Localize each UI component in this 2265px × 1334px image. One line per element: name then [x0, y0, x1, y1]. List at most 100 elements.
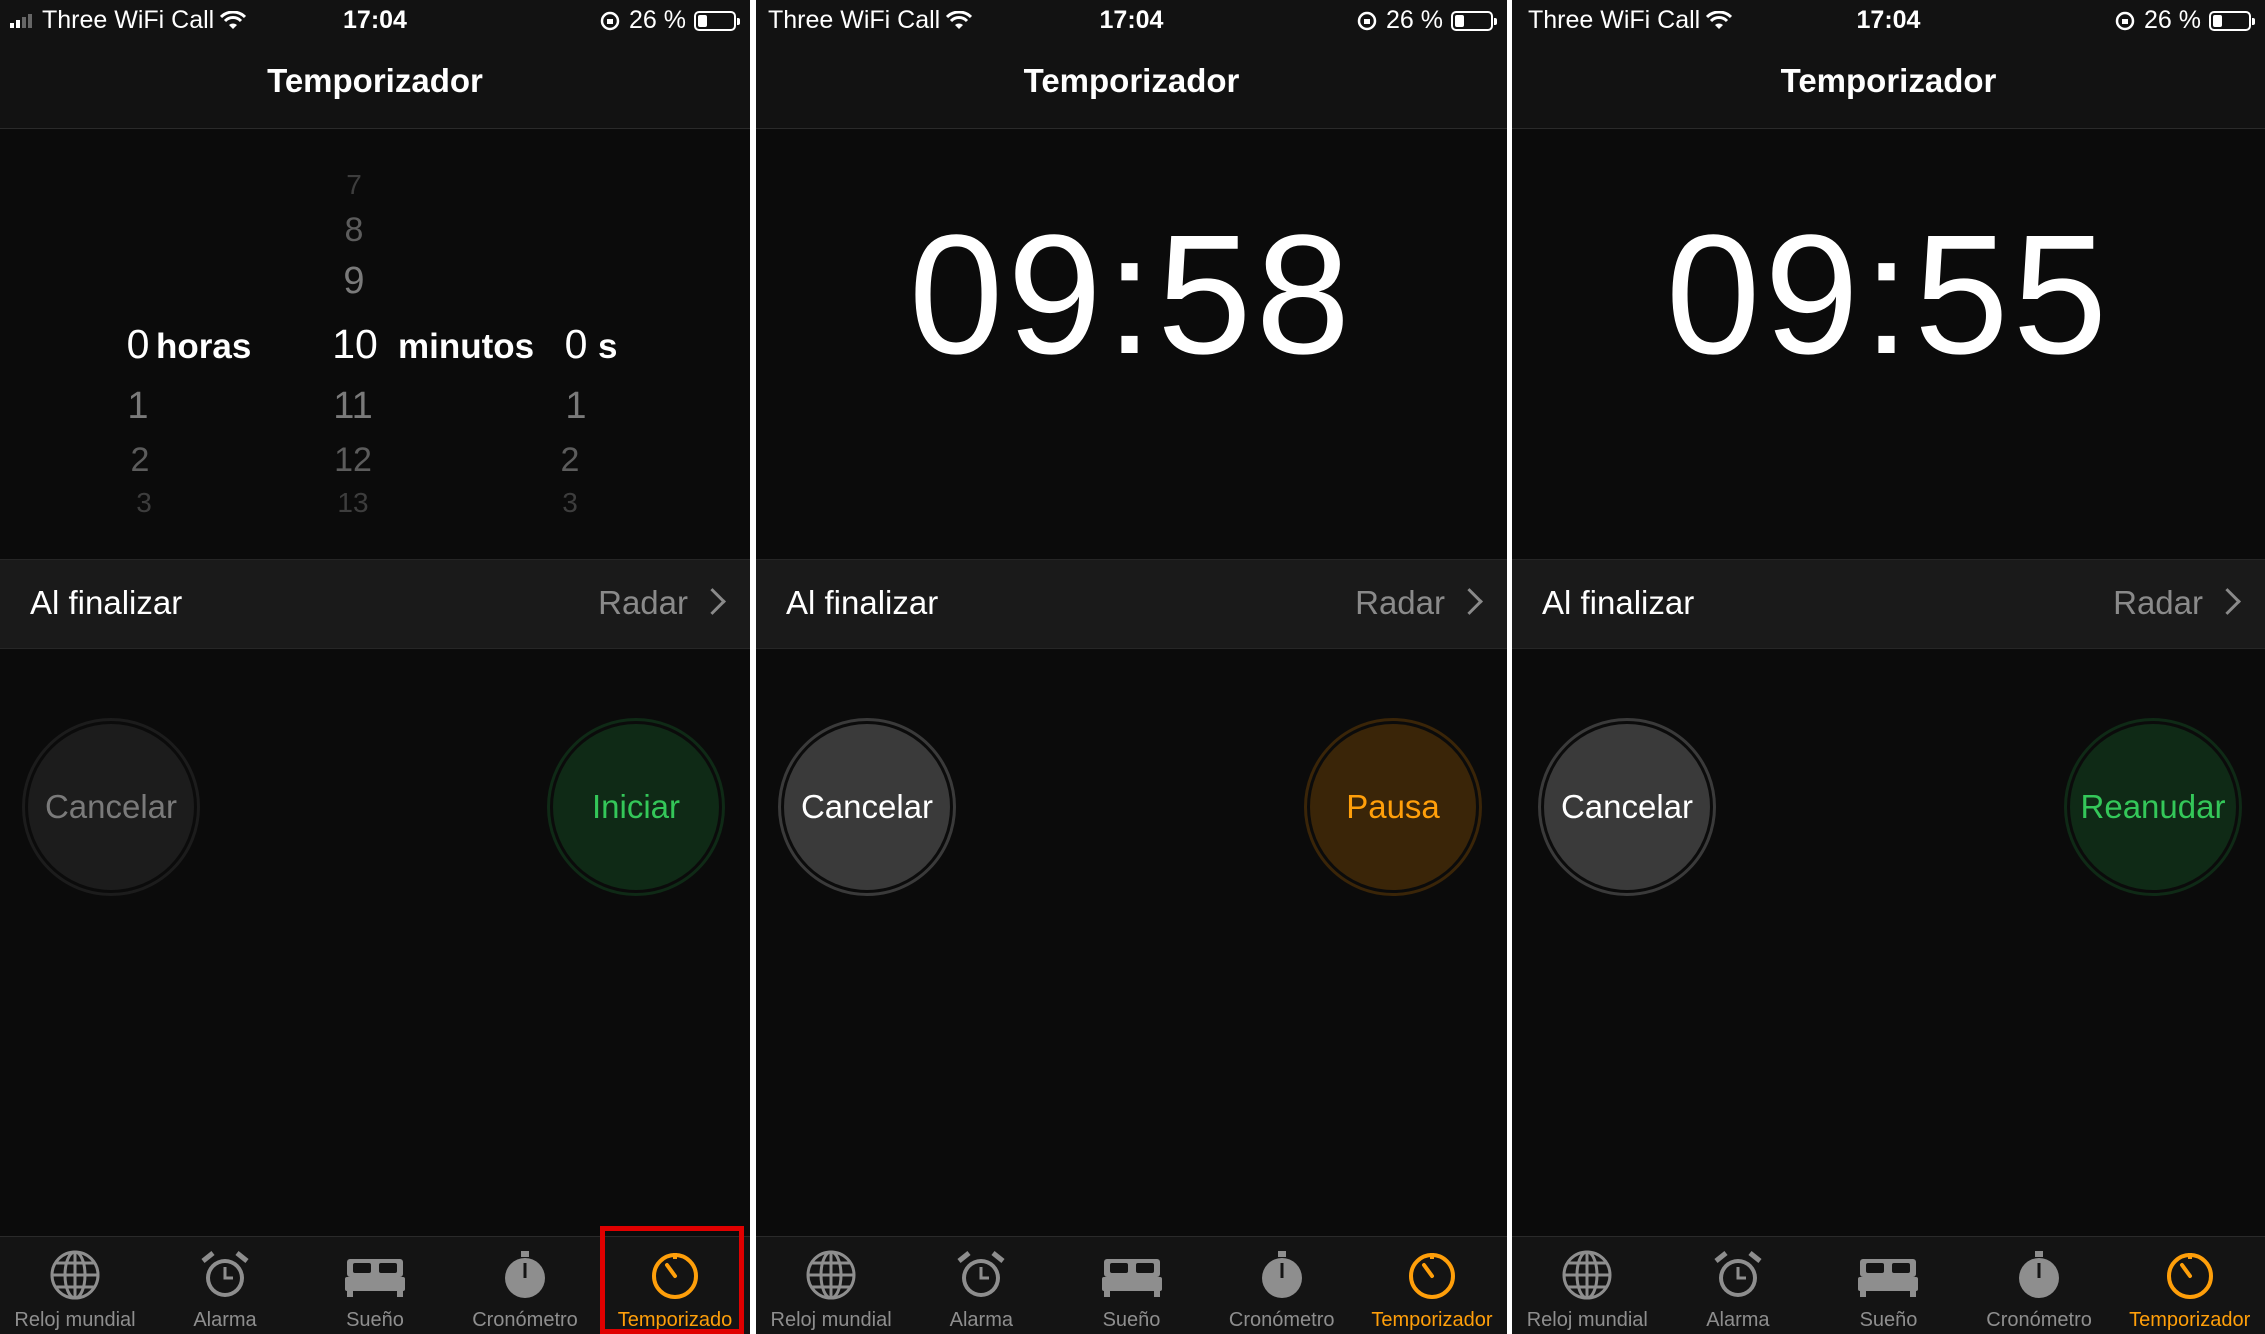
alarm-clock-icon — [1714, 1251, 1762, 1297]
resume-button[interactable]: Reanudar — [2064, 718, 2242, 896]
timer-running-panel: Three WiFi Call 17:04 26 % Temporizador … — [756, 0, 1507, 1334]
nav-bar: Temporizador — [0, 44, 750, 129]
tab-sleep[interactable]: Sueño — [1813, 1237, 1964, 1334]
when-timer-ends-value: Radar — [2113, 584, 2203, 621]
tab-timer[interactable]: Temporizador — [1357, 1237, 1507, 1334]
when-timer-ends-value: Radar — [598, 584, 688, 621]
page-title: Temporizador — [1780, 62, 1997, 99]
tab-sleep[interactable]: Sueño — [300, 1237, 450, 1334]
hours-below-3: 3 — [136, 487, 152, 518]
screenshot-panels: Three WiFi Call 17:04 26 % Temporizador … — [0, 0, 2265, 1334]
tab-sleep-label: Sueño — [1102, 1309, 1161, 1331]
countdown-display: 09:55 — [1665, 200, 2112, 390]
globe-icon — [50, 1250, 100, 1300]
alarm-clock-icon — [201, 1251, 249, 1297]
timer-icon — [2166, 1253, 2213, 1299]
tab-world-clock[interactable]: Reloj mundial — [1512, 1237, 1663, 1334]
cancel-button[interactable]: Cancelar — [1538, 718, 1716, 896]
tab-bar: Reloj mundial Alarma Sueño Cronómetro Te… — [1512, 1236, 2265, 1334]
seconds-unit: s — [598, 327, 618, 366]
when-timer-ends-label: Al finalizar — [30, 584, 183, 621]
tab-world-clock-label: Reloj mundial — [1526, 1309, 1648, 1331]
minutes-above-3: 9 — [343, 260, 365, 302]
rotation-lock-icon — [2115, 11, 2135, 30]
hours-unit: horas — [156, 327, 252, 366]
status-bar: Three WiFi Call 17:04 26 % — [756, 0, 1507, 44]
battery-percent: 26 % — [2144, 6, 2201, 34]
minutes-selected: 10 — [332, 321, 378, 367]
cancel-button[interactable]: Cancelar — [778, 718, 956, 896]
stopwatch-icon — [2019, 1251, 2060, 1298]
countdown-display: 09:58 — [908, 200, 1355, 390]
when-timer-ends-row[interactable]: Al finalizar Radar — [756, 559, 1507, 649]
battery-icon — [2209, 10, 2255, 31]
tab-world-clock-label: Reloj mundial — [770, 1309, 892, 1331]
when-timer-ends-label: Al finalizar — [1542, 584, 1695, 621]
status-right: 26 % — [1356, 6, 1497, 35]
status-bar: Three WiFi Call 17:04 26 % — [0, 0, 750, 44]
status-bar: Three WiFi Call 17:04 26 % — [1512, 0, 2265, 44]
seconds-below-3: 3 — [562, 487, 578, 518]
tab-timer-label: Temporizador — [2129, 1309, 2251, 1331]
tab-sleep[interactable]: Sueño — [1056, 1237, 1206, 1334]
timer-icon — [1408, 1253, 1455, 1299]
chevron-right-icon — [1456, 588, 1483, 615]
battery-icon — [1451, 10, 1497, 31]
tab-alarm[interactable]: Alarma — [1663, 1237, 1814, 1334]
hours-below-1: 1 — [127, 385, 149, 427]
tab-alarm[interactable]: Alarma — [150, 1237, 300, 1334]
duration-picker[interactable]: 0 horas 1 2 3 7 8 9 10 minutos 11 12 13 … — [0, 129, 750, 559]
tab-timer[interactable]: Temporizador — [2114, 1237, 2265, 1334]
bed-icon — [345, 1259, 405, 1297]
nav-bar: Temporizador — [1512, 44, 2265, 129]
tab-world-clock[interactable]: Reloj mundial — [0, 1237, 150, 1334]
minutes-below-1: 11 — [333, 385, 373, 427]
tab-alarm[interactable]: Alarma — [906, 1237, 1056, 1334]
tab-stopwatch-label: Cronómetro — [1228, 1309, 1335, 1331]
tab-world-clock[interactable]: Reloj mundial — [756, 1237, 906, 1334]
seconds-below-2: 2 — [560, 441, 580, 479]
tab-alarm-label: Alarma — [1706, 1309, 1770, 1331]
minutes-below-2: 12 — [334, 441, 372, 479]
rotation-lock-icon — [600, 11, 620, 30]
tab-bar: Reloj mundial Alarma Sueño Cronómetro Te… — [756, 1236, 1507, 1334]
tab-sleep-label: Sueño — [1859, 1309, 1918, 1331]
when-timer-ends-label: Al finalizar — [786, 584, 939, 621]
start-button[interactable]: Iniciar — [547, 718, 725, 896]
stopwatch-icon — [1261, 1251, 1302, 1298]
minutes-unit: minutos — [398, 327, 535, 366]
tab-world-clock-label: Reloj mundial — [14, 1309, 136, 1331]
page-title: Temporizador — [267, 62, 483, 99]
nav-bar: Temporizador — [756, 44, 1507, 129]
stopwatch-icon — [505, 1251, 545, 1298]
timer-paused-panel: Three WiFi Call 17:04 26 % Temporizador … — [1512, 0, 2265, 1334]
pause-button[interactable]: Pausa — [1304, 718, 1482, 896]
hours-below-2: 2 — [130, 441, 150, 479]
alarm-clock-icon — [957, 1251, 1005, 1297]
seconds-selected: 0 — [564, 321, 588, 367]
page-title: Temporizador — [1023, 62, 1240, 99]
tab-alarm-label: Alarma — [193, 1309, 257, 1331]
minutes-above-2: 8 — [344, 211, 364, 249]
timer-setup-panel: Three WiFi Call 17:04 26 % Temporizador … — [0, 0, 750, 1334]
tab-alarm-label: Alarma — [949, 1309, 1013, 1331]
when-timer-ends-row[interactable]: Al finalizar Radar — [0, 559, 750, 649]
battery-percent: 26 % — [629, 6, 686, 34]
cancel-button[interactable]: Cancelar — [22, 718, 200, 896]
bed-icon — [1858, 1259, 1919, 1297]
tab-stopwatch[interactable]: Cronómetro — [1207, 1237, 1357, 1334]
tab-stopwatch-label: Cronómetro — [472, 1309, 578, 1331]
when-timer-ends-row[interactable]: Al finalizar Radar — [1512, 559, 2265, 649]
bed-icon — [1101, 1259, 1162, 1297]
tab-stopwatch[interactable]: Cronómetro — [1964, 1237, 2115, 1334]
tab-timer-label: Temporizador — [1371, 1309, 1493, 1331]
chevron-right-icon — [2214, 588, 2241, 615]
minutes-above-1: 7 — [346, 169, 362, 200]
tab-stopwatch-label: Cronómetro — [1986, 1309, 2092, 1331]
battery-icon — [694, 10, 740, 31]
tab-sleep-label: Sueño — [346, 1309, 404, 1331]
seconds-below-1: 1 — [565, 385, 587, 427]
chevron-right-icon — [699, 588, 726, 615]
minutes-below-3: 13 — [337, 487, 369, 518]
tab-stopwatch[interactable]: Cronómetro — [450, 1237, 600, 1334]
